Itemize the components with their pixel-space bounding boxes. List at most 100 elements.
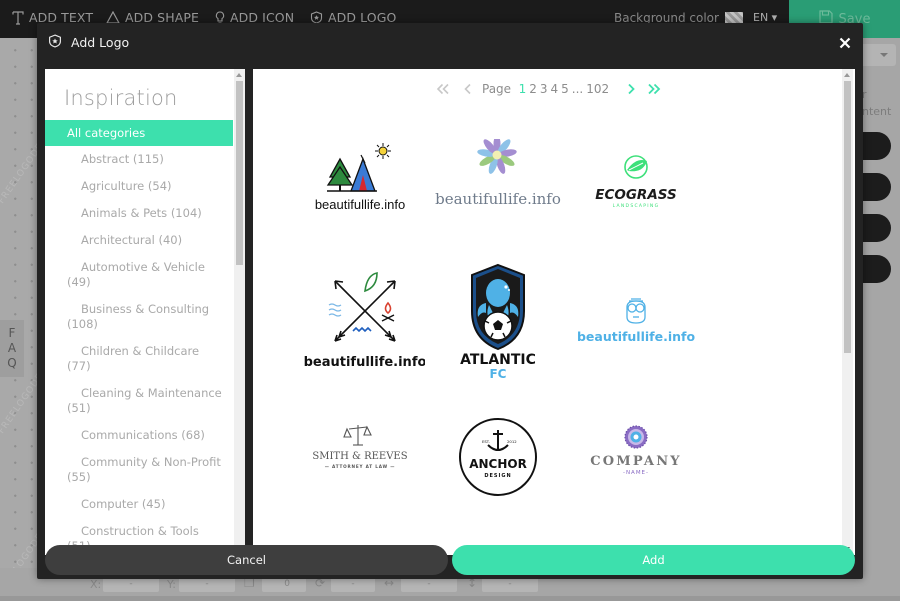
category-item[interactable]: Computer (45) — [45, 491, 233, 518]
rotate-input[interactable]: - — [331, 577, 375, 592]
y-label: Y: — [167, 578, 176, 591]
faq-tab[interactable]: F A Q — [0, 320, 24, 377]
crossed-arrows-logo[interactable]: beautifullife.info — [295, 269, 425, 389]
logo-text: beautifullife.info — [315, 197, 405, 212]
scales-icon — [343, 425, 372, 446]
x-label: X: — [90, 578, 102, 591]
page-1[interactable]: 1 — [519, 82, 527, 96]
text-icon — [12, 10, 24, 25]
logo-text: beautifullife.info — [577, 329, 695, 344]
category-list: All categories Abstract (115) Agriculture … — [45, 120, 233, 555]
tree-icon — [326, 157, 354, 191]
logo-text: ECOGRASS — [595, 187, 677, 203]
last-page-button[interactable] — [647, 83, 661, 96]
faq-letter: A — [7, 341, 17, 355]
category-item[interactable]: Automotive & Vehicle (49) — [45, 254, 233, 296]
category-item[interactable]: Animals & Pets (104) — [45, 200, 233, 227]
flower-logo[interactable]: beautifullife.info — [433, 139, 563, 249]
category-item[interactable]: Business & Consulting (108) — [45, 296, 233, 338]
sidebar-scroll-thumb[interactable] — [236, 81, 243, 265]
atlantic-fc-logo[interactable]: ATLANTIC FC — [433, 259, 563, 389]
water-waves-icon — [328, 303, 342, 317]
chevron-down-icon — [880, 53, 888, 57]
sidebar-scrollbar[interactable] — [234, 69, 245, 555]
height-input[interactable]: - — [482, 577, 538, 592]
anchor-design-logo[interactable]: EST. 2012 ANCHOR DESIGN — [433, 399, 563, 519]
dialog-title: Add Logo — [48, 34, 129, 51]
camping-tent-logo[interactable]: beautifullife.info — [295, 139, 425, 249]
first-page-button[interactable] — [436, 83, 450, 96]
category-item[interactable]: Community & Non-Profit (55) — [45, 449, 233, 491]
logo-text: ANCHOR — [469, 457, 527, 471]
category-item[interactable]: Cleaning & Maintenance (51) — [45, 380, 233, 422]
logo-est-right: 2012 — [507, 439, 517, 444]
panel-text-line: r — [862, 88, 867, 101]
page-4[interactable]: 4 — [550, 82, 558, 96]
page-2[interactable]: 2 — [529, 82, 537, 96]
page-label: Page — [482, 82, 512, 96]
category-item[interactable]: Children & Childcare (77) — [45, 338, 233, 380]
double-chevron-left-icon — [436, 83, 449, 94]
page-3[interactable]: 3 — [540, 82, 548, 96]
panel-text: r ntent — [862, 86, 891, 120]
logo-text: SMITH & REEVES — [312, 451, 407, 462]
dialog-header: Add Logo — [37, 23, 863, 65]
faq-letter: F — [8, 326, 16, 340]
category-item[interactable]: Communications (68) — [45, 422, 233, 449]
fire-icon — [384, 301, 392, 315]
leaf-icon — [364, 272, 378, 293]
ecograss-logo[interactable]: ECOGRASS LANDSCAPING — [571, 139, 701, 249]
close-icon — [839, 37, 851, 49]
add-logo-dialog: Add Logo Inspiration All categories Abstr… — [37, 23, 863, 579]
x-input[interactable]: - — [103, 577, 159, 592]
dialog-title-text: Add Logo — [71, 35, 130, 50]
scroll-up-icon[interactable] — [844, 73, 850, 77]
prev-page-button[interactable] — [464, 83, 472, 96]
smith-reeves-logo[interactable]: SMITH & REEVES — ATTORNEY AT LAW — — [295, 409, 425, 519]
close-button[interactable] — [837, 35, 853, 51]
logo-gallery: Page 1 2 3 4 5 ... 102 beautifullife.inf… — [253, 69, 855, 555]
logo-subtext: FC — [489, 367, 506, 381]
sun-icon — [375, 143, 391, 159]
owl-icon — [626, 298, 646, 324]
chevron-right-icon — [627, 83, 635, 94]
width-input[interactable]: - — [401, 577, 457, 592]
shield-star-icon — [48, 34, 62, 51]
page-ellipsis: ... — [571, 82, 584, 96]
layer-input[interactable]: 0 — [262, 577, 306, 592]
add-button[interactable]: Add — [452, 545, 855, 575]
y-input[interactable]: - — [179, 577, 235, 592]
mandala-icon — [624, 425, 648, 449]
scroll-up-icon[interactable] — [236, 73, 242, 77]
flower-icon — [477, 139, 517, 174]
logo-text: beautifullife.info — [435, 190, 561, 208]
logo-est-left: EST. — [482, 439, 490, 444]
owl-logo[interactable]: beautifullife.info — [571, 279, 701, 389]
pagination: Page 1 2 3 4 5 ... 102 — [436, 82, 661, 96]
sidebar-heading: Inspiration — [64, 86, 178, 110]
category-item[interactable]: Agriculture (54) — [45, 173, 233, 200]
gallery-scrollbar[interactable] — [842, 69, 853, 555]
next-page-button[interactable] — [627, 83, 635, 96]
page-last-number[interactable]: 102 — [586, 82, 609, 96]
panel-text-line: ntent — [862, 105, 892, 118]
logo-subtext: — ATTORNEY AT LAW — — [325, 464, 395, 469]
company-name-logo[interactable]: COMPANY -NAME- — [571, 409, 701, 519]
gallery-scroll-thumb[interactable] — [844, 81, 851, 353]
category-sidebar: Inspiration All categories Abstract (115)… — [45, 69, 245, 555]
category-all-active[interactable]: All categories — [45, 120, 233, 146]
logo-subtext: LANDSCAPING — [613, 203, 660, 209]
soccer-ball-icon — [483, 311, 513, 341]
category-item[interactable]: Abstract (115) — [45, 146, 233, 173]
logo-subtext: DESIGN — [484, 473, 511, 479]
tent-icon — [350, 154, 376, 192]
chevron-left-icon — [464, 83, 471, 94]
leaf-icon — [624, 155, 648, 179]
cancel-button[interactable]: Cancel — [45, 545, 448, 575]
logo-text: ATLANTIC — [460, 352, 536, 368]
page-5[interactable]: 5 — [561, 82, 569, 96]
category-item[interactable]: Architectural (40) — [45, 227, 233, 254]
bottom-strip — [0, 596, 900, 601]
logo-text: COMPANY — [590, 454, 682, 469]
double-chevron-right-icon — [647, 83, 660, 94]
